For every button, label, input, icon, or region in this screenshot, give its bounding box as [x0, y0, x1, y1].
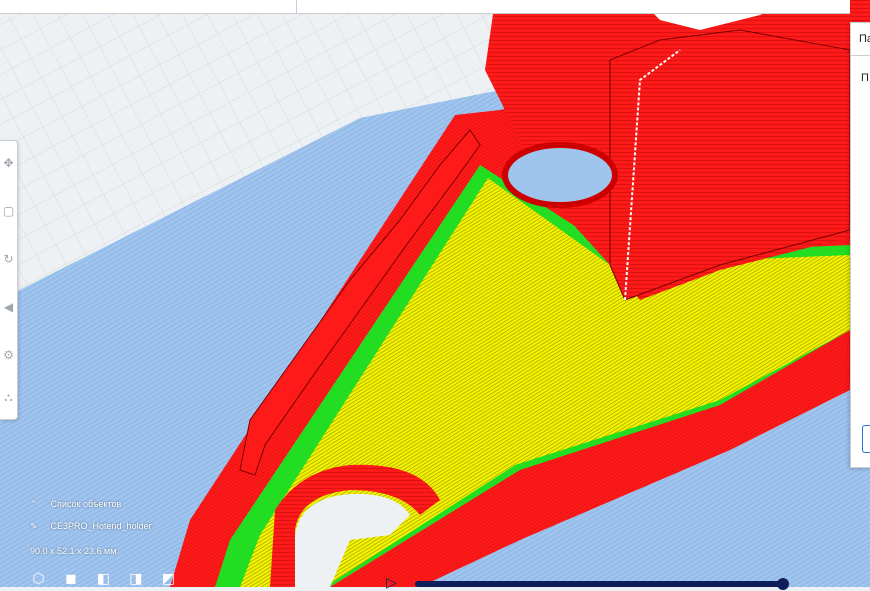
tool-sidebar: ✥ ▢ ↻ ◀ ⚙ ⛬: [0, 140, 18, 420]
support-blocker-icon[interactable]: ⛬: [0, 385, 17, 409]
right-view-icon[interactable]: ◩: [160, 570, 177, 586]
print-settings-panel: Па П: [850, 22, 870, 468]
object-name: CE3PRO_Hotend_holder: [50, 521, 152, 531]
panel-row-label: П: [861, 72, 869, 84]
upper-hole: [502, 142, 618, 208]
top-bar-divider: [296, 0, 297, 13]
layer-slider-handle[interactable]: [776, 578, 789, 590]
per-model-settings-icon[interactable]: ⚙: [0, 343, 17, 367]
mirror-icon[interactable]: ◀: [0, 295, 17, 319]
top-bar: [0, 0, 850, 14]
panel-action-button[interactable]: [862, 425, 870, 453]
rotate-icon[interactable]: ↻: [0, 247, 17, 271]
top-view-icon[interactable]: ◧: [95, 570, 112, 586]
object-list-label: Список объектов: [50, 499, 122, 509]
object-info: ⌃ Список объектов ✎ CE3PRO_Hotend_holder: [30, 495, 152, 539]
object-dimensions: 90.0 x 52.1 x 23.6 мм: [30, 546, 117, 556]
object-name-row[interactable]: ✎ CE3PRO_Hotend_holder: [30, 517, 152, 539]
3d-view-icon[interactable]: ⬡: [30, 570, 47, 586]
object-list-toggle[interactable]: ⌃ Список объектов: [30, 495, 152, 517]
move-icon[interactable]: ✥: [0, 151, 17, 175]
left-view-icon[interactable]: ◨: [127, 570, 144, 586]
layer-slider-track[interactable]: [415, 581, 783, 587]
chevron-up-icon: ⌃: [30, 499, 38, 509]
play-icon[interactable]: ▷: [386, 574, 397, 591]
view-buttons: ⬡ ◼ ◧ ◨ ◩: [30, 570, 188, 587]
scale-icon[interactable]: ▢: [0, 199, 17, 223]
front-view-icon[interactable]: ◼: [62, 570, 79, 586]
layer-slider[interactable]: [415, 578, 795, 590]
pencil-icon: ✎: [30, 521, 38, 531]
panel-header[interactable]: Па: [851, 23, 870, 56]
